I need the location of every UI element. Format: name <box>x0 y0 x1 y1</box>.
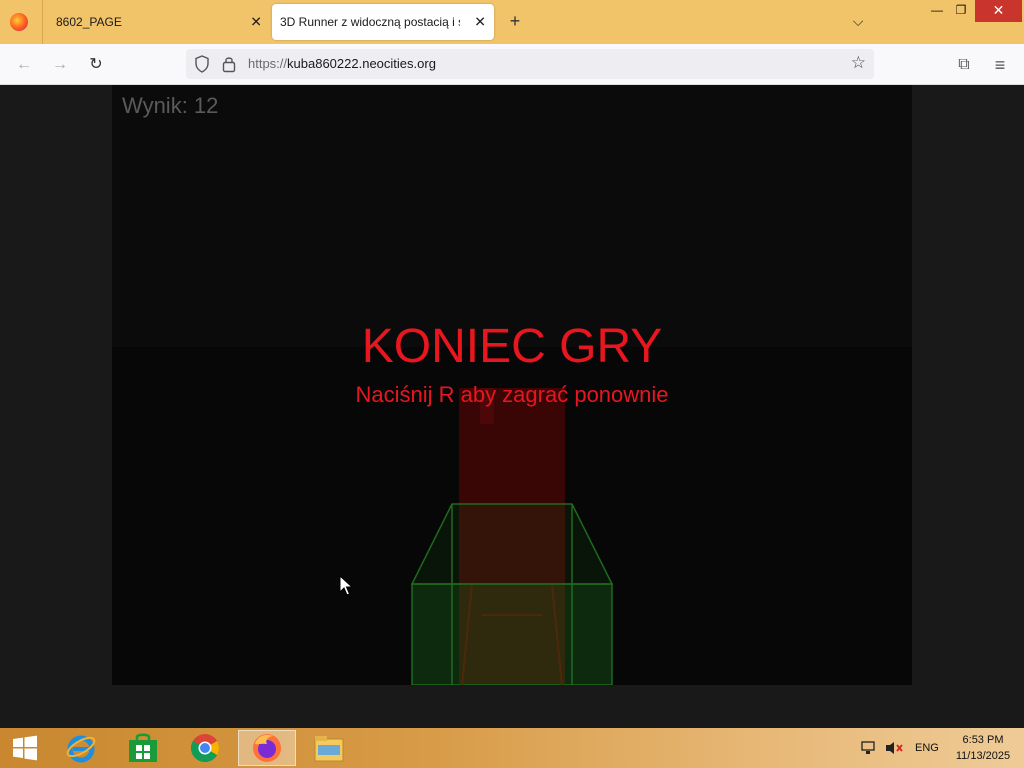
start-button[interactable] <box>0 730 50 766</box>
list-all-tabs-chevron-icon[interactable]: ⌵ <box>848 10 868 32</box>
url-scheme: https:// <box>248 56 288 71</box>
reload-icon[interactable]: ↻ <box>83 52 109 78</box>
clock-time: 6:53 PM <box>962 734 1004 746</box>
tab-8602-page[interactable]: 8602_PAGE ✕ <box>44 0 270 44</box>
tab-bar: 8602_PAGE ✕ 3D Runner z widoczną postaci… <box>0 0 1024 44</box>
bookmark-star-icon[interactable]: ☆ <box>851 53 866 73</box>
taskbar-firefox[interactable] <box>238 730 296 766</box>
player-cube <box>410 503 614 685</box>
game-canvas[interactable]: Wynik: 12 KONIEC GRY Naciśnij R aby zagr… <box>112 85 912 685</box>
new-tab-button[interactable]: + <box>504 10 526 32</box>
minimize-button[interactable]: — <box>924 0 950 22</box>
hamburger-menu-icon[interactable]: ≡ <box>987 52 1013 78</box>
extensions-icon[interactable]: ⧉ <box>951 52 977 78</box>
internet-explorer-icon <box>66 735 96 763</box>
system-clock[interactable]: 6:53 PM 11/13/2025 <box>948 732 1018 764</box>
tab-title: 8602_PAGE <box>56 15 122 29</box>
back-arrow-icon[interactable]: ← <box>11 52 37 78</box>
restore-button[interactable]: ❐ <box>948 0 974 22</box>
forward-arrow-icon[interactable]: → <box>47 52 73 78</box>
chrome-icon <box>191 734 219 762</box>
url-bar[interactable]: https://kuba860222.neocities.org ☆ <box>186 49 874 79</box>
restart-hint: Naciśnij R aby zagrać ponownie <box>355 382 669 407</box>
close-icon[interactable]: ✕ <box>250 14 262 31</box>
volume-muted-icon[interactable] <box>884 728 904 768</box>
network-icon[interactable] <box>860 728 878 768</box>
taskbar-internet-explorer[interactable] <box>52 730 110 766</box>
taskbar-store[interactable] <box>114 730 172 766</box>
store-icon <box>129 733 157 762</box>
tab-title: 3D Runner z widoczną postacią i sko <box>280 15 460 29</box>
firefox-icon <box>253 734 281 762</box>
start-icon <box>13 735 37 761</box>
clock-date: 11/13/2025 <box>955 750 1011 762</box>
taskbar-file-explorer[interactable] <box>300 730 358 766</box>
tab-3d-runner[interactable]: 3D Runner z widoczną postacią i sko ✕ <box>272 4 494 40</box>
tab-separator <box>42 0 43 44</box>
lock-icon[interactable] <box>222 55 236 73</box>
url-host: kuba860222.neocities.org <box>287 56 436 71</box>
score-label: Wynik: 12 <box>122 93 219 118</box>
shield-icon[interactable] <box>194 55 210 73</box>
close-icon[interactable]: ✕ <box>474 14 486 31</box>
page-content: Wynik: 12 KONIEC GRY Naciśnij R aby zagr… <box>0 85 1024 728</box>
url-text[interactable]: https://kuba860222.neocities.org <box>248 56 436 71</box>
language-indicator[interactable]: ENG <box>915 728 939 768</box>
window-close-button[interactable]: ✕ <box>975 0 1022 22</box>
file-explorer-icon <box>314 736 344 762</box>
taskbar-chrome[interactable] <box>176 730 234 766</box>
taskbar: ENG 6:53 PM 11/13/2025 <box>0 728 1024 768</box>
navigation-bar: ← → ↻ https://kuba860222.neocities.org ☆… <box>0 44 1024 85</box>
mouse-cursor-icon <box>339 575 353 596</box>
game-over-title: KONIEC GRY <box>361 320 663 373</box>
firefox-view-icon[interactable] <box>10 13 28 31</box>
